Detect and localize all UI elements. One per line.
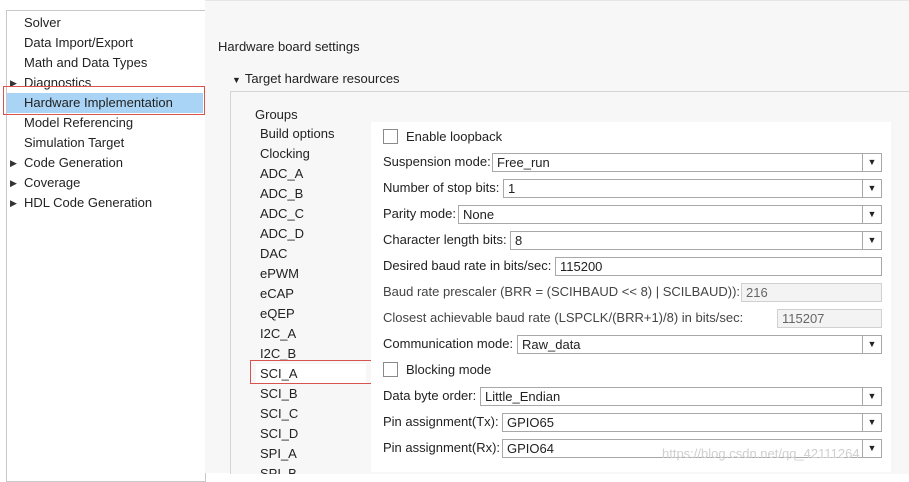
watermark: https://blog.csdn.net/qq_42111264: [662, 446, 860, 461]
tree-item-simulation-target[interactable]: Simulation Target: [7, 133, 203, 153]
group-item-sci-c[interactable]: SCI_C: [256, 404, 366, 424]
tree-item-solver[interactable]: Solver: [7, 13, 203, 33]
tree-item-label: Solver: [24, 15, 61, 30]
collapse-arrow-icon[interactable]: ▼: [232, 75, 241, 85]
tree-item-label: Math and Data Types: [24, 55, 148, 70]
closest-baud-value: 115207: [782, 311, 825, 326]
tree-item-label: Hardware Implementation: [24, 95, 173, 110]
group-item-clocking[interactable]: Clocking: [256, 144, 366, 164]
group-item-i2c-a[interactable]: I2C_A: [256, 324, 366, 344]
tree-item-label: Model Referencing: [24, 115, 134, 130]
stop-bits-value: 1: [508, 181, 516, 196]
tree-item-label: Data Import/Export: [24, 35, 134, 50]
parity-mode-label: Parity mode:: [383, 206, 456, 221]
group-item-ecap[interactable]: eCAP: [256, 284, 366, 304]
prescaler-field: 216: [741, 283, 882, 302]
dropdown-arrow-icon[interactable]: ▼: [862, 440, 881, 457]
settings-tree: Solver Data Import/Export Math and Data …: [6, 10, 206, 482]
group-item-eqep[interactable]: eQEP: [256, 304, 366, 324]
tree-item-data-import-export[interactable]: Data Import/Export: [7, 33, 203, 53]
byte-order-dropdown[interactable]: Little_Endian ▼: [480, 387, 882, 406]
tree-item-label: Diagnostics: [24, 75, 92, 90]
baud-rate-label: Desired baud rate in bits/sec:: [383, 258, 552, 273]
suspension-mode-dropdown[interactable]: Free_run ▼: [492, 153, 882, 172]
group-item-sci-b[interactable]: SCI_B: [256, 384, 366, 404]
byte-order-label: Data byte order:: [383, 388, 477, 403]
stop-bits-dropdown[interactable]: 1 ▼: [503, 179, 882, 198]
section-title: Hardware board settings: [218, 39, 360, 54]
blocking-mode-checkbox[interactable]: [383, 362, 398, 378]
group-item-spi-b[interactable]: SPI_B: [256, 464, 366, 474]
group-item-adc-d[interactable]: ADC_D: [256, 224, 366, 244]
expand-arrow-icon[interactable]: ▶: [10, 73, 17, 93]
group-item-epwm[interactable]: ePWM: [256, 264, 366, 284]
pin-rx-value: GPIO64: [507, 441, 554, 456]
group-item-adc-b[interactable]: ADC_B: [256, 184, 366, 204]
baud-rate-value: 115200: [560, 259, 603, 274]
dropdown-arrow-icon[interactable]: ▼: [862, 414, 881, 431]
parity-mode-dropdown[interactable]: None ▼: [458, 205, 882, 224]
dropdown-arrow-icon[interactable]: ▼: [862, 180, 881, 197]
tree-item-hdl-code-generation[interactable]: ▶ HDL Code Generation: [7, 193, 203, 213]
tree-item-label: Coverage: [24, 175, 81, 190]
tree-item-label: Code Generation: [24, 155, 124, 170]
comm-mode-value: Raw_data: [522, 337, 581, 352]
comm-mode-dropdown[interactable]: Raw_data ▼: [517, 335, 882, 354]
tree-item-code-generation[interactable]: ▶ Code Generation: [7, 153, 203, 173]
expand-arrow-icon[interactable]: ▶: [10, 173, 17, 193]
group-item-spi-a[interactable]: SPI_A: [256, 444, 366, 464]
pin-tx-label: Pin assignment(Tx):: [383, 414, 499, 429]
blocking-mode-label: Blocking mode: [406, 362, 492, 377]
tree-item-math-and-data-types[interactable]: Math and Data Types: [7, 53, 203, 73]
tree-item-label: HDL Code Generation: [24, 195, 153, 210]
pin-tx-dropdown[interactable]: GPIO65 ▼: [502, 413, 882, 432]
group-item-build-options[interactable]: Build options: [256, 124, 366, 144]
group-highlight-outline: [250, 360, 382, 384]
enable-loopback-checkbox[interactable]: [383, 129, 398, 145]
parity-mode-value: None: [463, 207, 495, 222]
subsection-header[interactable]: ▼ Target hardware resources: [232, 71, 400, 86]
enable-loopback-label: Enable loopback: [406, 129, 503, 144]
pin-tx-value: GPIO65: [507, 415, 554, 430]
expand-arrow-icon[interactable]: ▶: [10, 153, 17, 173]
dropdown-arrow-icon[interactable]: ▼: [862, 154, 881, 171]
group-item-dac[interactable]: DAC: [256, 244, 366, 264]
group-item-adc-a[interactable]: ADC_A: [256, 164, 366, 184]
enable-loopback-row: Enable loopback: [383, 126, 502, 148]
suspension-mode-value: Free_run: [497, 155, 550, 170]
groups-label: Groups: [255, 107, 298, 122]
pin-rx-label: Pin assignment(Rx):: [383, 440, 501, 455]
expand-arrow-icon[interactable]: ▶: [10, 193, 17, 213]
subsection-title: Target hardware resources: [244, 71, 400, 86]
group-item-adc-c[interactable]: ADC_C: [256, 204, 366, 224]
tree-item-label: Simulation Target: [24, 135, 125, 150]
dropdown-arrow-icon[interactable]: ▼: [862, 232, 881, 249]
group-item-sci-d[interactable]: SCI_D: [256, 424, 366, 444]
tree-item-model-referencing[interactable]: Model Referencing: [7, 113, 203, 133]
baud-rate-input[interactable]: 115200: [555, 257, 882, 276]
char-length-value: 8: [515, 233, 523, 248]
byte-order-value: Little_Endian: [485, 389, 561, 404]
closest-baud-label: Closest achievable baud rate (LSPCLK/(BR…: [383, 310, 744, 325]
prescaler-value: 216: [746, 285, 768, 300]
tree-item-diagnostics[interactable]: ▶ Diagnostics: [7, 73, 203, 93]
prescaler-label: Baud rate prescaler (BRR = (SCIHBAUD << …: [383, 284, 741, 299]
tree-item-hardware-implementation[interactable]: Hardware Implementation: [7, 93, 203, 113]
blocking-mode-row: Blocking mode: [383, 359, 491, 381]
closest-baud-field: 115207: [777, 309, 882, 328]
sci-a-panel: Enable loopback Suspension mode: Free_ru…: [371, 122, 891, 472]
dropdown-arrow-icon[interactable]: ▼: [862, 388, 881, 405]
dropdown-arrow-icon[interactable]: ▼: [862, 336, 881, 353]
stop-bits-label: Number of stop bits:: [383, 180, 500, 195]
groups-list: Build options Clocking ADC_A ADC_B ADC_C…: [256, 124, 366, 474]
char-length-label: Character length bits:: [383, 232, 507, 247]
comm-mode-label: Communication mode:: [383, 336, 514, 351]
char-length-dropdown[interactable]: 8 ▼: [510, 231, 882, 250]
tree-item-coverage[interactable]: ▶ Coverage: [7, 173, 203, 193]
suspension-mode-label: Suspension mode:: [383, 154, 491, 169]
dropdown-arrow-icon[interactable]: ▼: [862, 206, 881, 223]
